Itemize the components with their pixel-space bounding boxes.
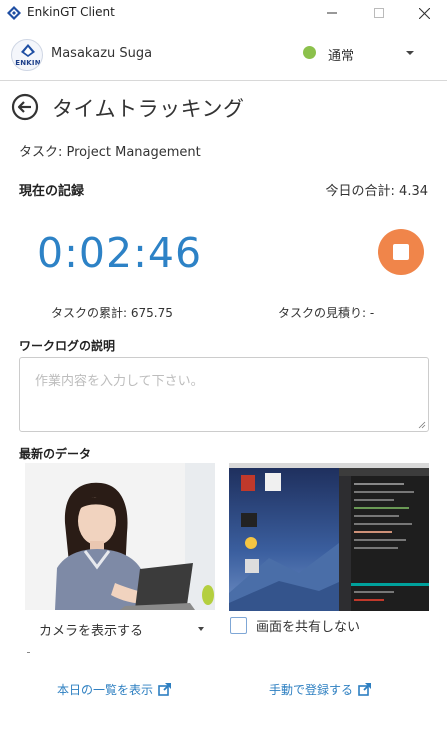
task-label: タスク: Project Management	[19, 145, 201, 160]
elapsed-timer: 0:02:46	[37, 229, 203, 277]
avatar-text: ENKIN	[15, 59, 41, 67]
task-estimate: タスクの見積り: -	[278, 306, 375, 320]
close-button[interactable]	[401, 0, 447, 26]
avatar: ENKIN	[11, 39, 43, 71]
app-logo-icon	[7, 6, 21, 20]
maximize-icon	[374, 8, 384, 18]
status-dot	[303, 46, 316, 59]
today-list-link-label: 本日の一覧を表示	[57, 683, 154, 697]
minimize-icon	[327, 12, 337, 14]
share-screen-checkbox[interactable]	[230, 617, 247, 634]
screen-capture-image	[229, 463, 429, 611]
divider	[27, 652, 30, 653]
task-total: タスクの累計: 675.75	[51, 306, 173, 320]
worklog-textarea[interactable]: 作業内容を入力して下さい。	[19, 357, 429, 432]
today-total: 今日の合計: 4.34	[325, 184, 428, 199]
user-name: Masakazu Suga	[51, 46, 153, 61]
camera-select-label: カメラを表示する	[39, 624, 144, 639]
status-select[interactable]: 通常	[328, 45, 354, 64]
camera-select[interactable]: カメラを表示する	[25, 617, 215, 639]
user-header: ENKIN Masakazu Suga 通常	[0, 28, 447, 81]
current-record-label: 現在の記録	[19, 184, 85, 199]
close-icon	[418, 7, 430, 19]
manual-entry-link[interactable]: 手動で登録する	[269, 681, 372, 698]
latest-data-label: 最新のデータ	[19, 447, 92, 461]
title-bar: EnkinGT Client	[0, 0, 447, 26]
chevron-down-icon	[198, 627, 204, 631]
manual-entry-link-label: 手動で登録する	[269, 683, 354, 697]
stop-icon	[393, 244, 409, 260]
worklog-placeholder: 作業内容を入力して下さい。	[35, 374, 204, 389]
page-title: タイムトラッキング	[52, 97, 245, 121]
arrow-left-circle-icon	[11, 93, 39, 121]
worklog-label: ワークログの説明	[19, 339, 116, 353]
minimize-button[interactable]	[309, 0, 355, 26]
camera-photo	[25, 463, 215, 610]
external-link-icon	[358, 683, 372, 696]
screen-photo	[229, 463, 429, 611]
back-button[interactable]	[11, 93, 39, 121]
resize-grip-icon[interactable]	[418, 421, 426, 429]
maximize-button[interactable]	[356, 0, 402, 26]
camera-image	[25, 463, 215, 610]
app-title: EnkinGT Client	[27, 5, 115, 19]
stop-button[interactable]	[378, 229, 424, 275]
external-link-icon	[158, 683, 172, 696]
today-list-link[interactable]: 本日の一覧を表示	[57, 681, 172, 698]
chevron-down-icon[interactable]	[406, 51, 414, 55]
share-screen-label[interactable]: 画面を共有しない	[256, 616, 360, 635]
